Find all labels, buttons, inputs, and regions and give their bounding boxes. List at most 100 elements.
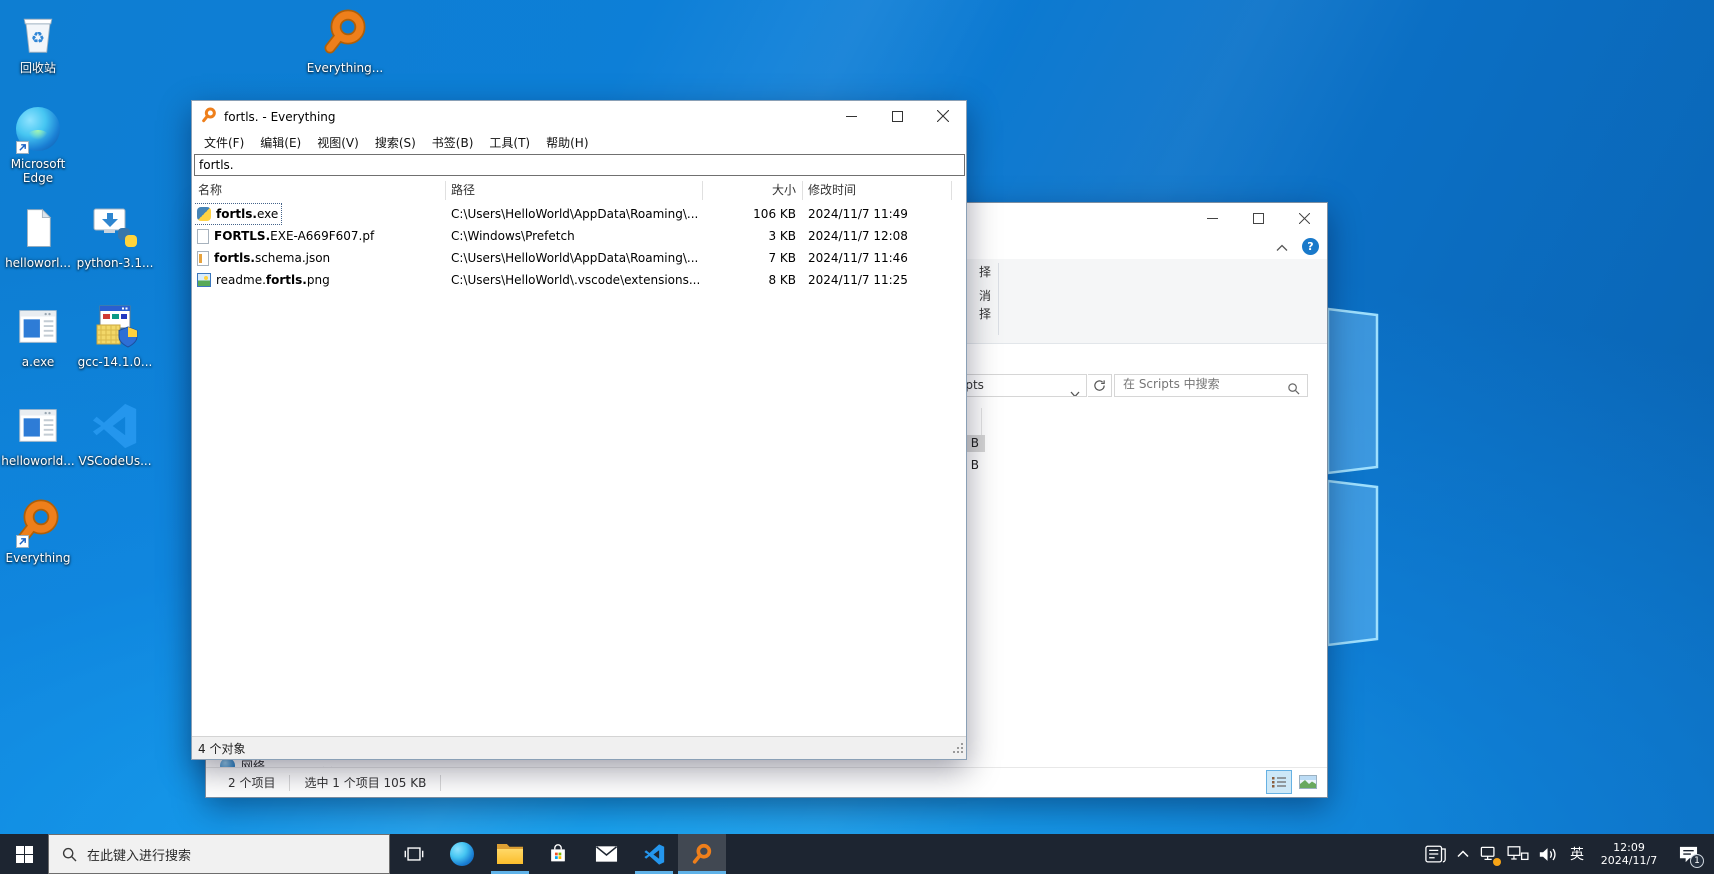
menu-help[interactable]: 帮助(H) [538,132,596,154]
menu-file[interactable]: 文件(F) [196,132,252,154]
items-count: 2 个项目 [228,774,275,791]
refresh-button[interactable] [1088,374,1112,397]
desktop-icon-gcc-installer[interactable]: gcc-14.1.0... [71,302,159,369]
everything-menubar: 文件(F) 编辑(E) 视图(V) 搜索(S) 书签(B) 工具(T) 帮助(H… [192,132,966,154]
svg-text:♻: ♻ [31,29,45,47]
search-icon [1287,380,1300,399]
menu-search[interactable]: 搜索(S) [367,132,424,154]
everything-maximize-button[interactable] [874,101,920,131]
table-row[interactable]: fortls.exe C:\Users\HelloWorld\AppData\R… [192,203,966,225]
installer-shield-icon [91,302,139,352]
menu-tools[interactable]: 工具(T) [481,132,538,154]
notification-center-button[interactable]: 1 [1667,834,1709,874]
python-installer-icon [91,203,139,253]
help-icon[interactable]: ? [1302,238,1319,255]
column-separator[interactable] [951,181,952,200]
menu-view[interactable]: 视图(V) [309,132,367,154]
hidden-icons-chevron[interactable] [1451,834,1475,874]
file-name: fortls.schema.json [214,247,330,269]
menu-edit[interactable]: 编辑(E) [252,132,309,154]
file-size: 106 KB [704,203,796,225]
taskbar-search-box[interactable]: 在此键入进行搜索 [48,834,390,874]
desktop-icon-label: a.exe [0,355,82,369]
search-icon [62,847,77,862]
desktop-icon-recycle-bin[interactable]: ♻ 回收站 [0,8,82,75]
task-view-button[interactable] [390,834,438,874]
ime-language-indicator[interactable]: 英 [1563,834,1591,874]
network-icon[interactable] [1503,834,1533,874]
taskbar-store-button[interactable] [534,834,582,874]
explorer-search-input[interactable] [1123,377,1273,391]
task-view-icon [403,843,425,865]
column-separator[interactable] [445,181,446,200]
taskbar-mail-button[interactable] [582,834,630,874]
column-header-name[interactable]: 名称 [198,178,222,203]
table-row[interactable]: readme.fortls.png C:\Users\HelloWorld\.v… [192,269,966,291]
news-widget-icon[interactable] [1421,834,1451,874]
table-row[interactable]: FORTLS.EXE-A669F607.pf C:\Windows\Prefet… [192,225,966,247]
desktop-icon-everything[interactable]: Everything [0,498,82,565]
everything-window: fortls. - Everything 文件(F) 编辑(E) 视图(V) 搜… [191,100,967,760]
file-modified: 2024/11/7 11:25 [808,269,958,291]
result-list: fortls.exe C:\Users\HelloWorld\AppData\R… [192,203,966,291]
file-size: 3 KB [704,225,796,247]
desktop-icon-label: VSCodeUs... [71,454,159,468]
file-name: FORTLS.EXE-A669F607.pf [214,225,374,247]
column-header-modified[interactable]: 修改时间 [808,178,856,203]
desktop-icon-a-exe[interactable]: a.exe [0,302,82,369]
desktop-icon-helloworld[interactable]: helloworld... [0,401,82,468]
explorer-maximize-button[interactable] [1235,203,1281,233]
taskbar-everything-button[interactable] [678,834,726,874]
vscode-icon [644,844,665,865]
taskbar-vscode-button[interactable] [630,834,678,874]
file-path: C:\Windows\Prefetch [451,225,699,247]
thumbnail-view-button[interactable] [1295,770,1321,794]
ribbon-group-separator [998,263,999,335]
explorer-search-box[interactable] [1114,374,1308,397]
desktop-wallpaper: ♻ 回收站 Everything... Microsoft Edge hello… [0,0,1714,874]
clock-time: 12:09 [1601,841,1657,854]
column-header-path[interactable]: 路径 [451,178,475,203]
taskbar-clock[interactable]: 12:09 2024/11/7 [1591,834,1667,874]
start-button[interactable] [0,834,48,874]
desktop-icon-vscode[interactable]: VSCodeUs... [71,401,159,468]
chevron-down-icon[interactable] [322,759,333,767]
clock-date: 2024/11/7 [1601,854,1657,867]
everything-close-button[interactable] [920,101,966,131]
chevron-down-icon[interactable] [1070,383,1080,397]
desktop-icon-python-installer[interactable]: python-3.1... [71,203,159,270]
file-path: C:\Users\HelloWorld\.vscode\extensions..… [451,269,699,291]
explorer-minimize-button[interactable] [1189,203,1235,233]
desktop-icon-label: Everything [0,551,82,565]
details-view-button[interactable] [1266,770,1292,794]
sync-alert-dot [1493,858,1501,866]
everything-icon [691,843,713,865]
desktop-icon-helloworl[interactable]: helloworl... [0,203,82,270]
taskbar-file-explorer-button[interactable] [486,834,534,874]
resize-grip[interactable] [952,742,964,757]
file-explorer-icon [497,844,523,864]
column-separator[interactable] [702,181,703,200]
store-icon [547,843,569,865]
edge-icon [450,842,474,866]
file-path: C:\Users\HelloWorld\AppData\Roaming\... [451,203,699,225]
desktop-icon-label: helloworl... [0,256,82,270]
text-file-icon [17,203,59,253]
exe-file-icon [197,207,211,221]
volume-icon[interactable] [1533,834,1563,874]
menu-bookmarks[interactable]: 书签(B) [424,132,482,154]
table-row[interactable]: fortls.schema.json C:\Users\HelloWorld\A… [192,247,966,269]
desktop-icon-everything-installer[interactable]: Everything... [301,8,389,75]
sync-status-icon[interactable] [1475,834,1503,874]
everything-minimize-button[interactable] [828,101,874,131]
column-header-size[interactable]: 大小 [704,178,796,203]
ribbon-collapse-icon[interactable] [1276,237,1288,256]
taskbar-edge-button[interactable] [438,834,486,874]
explorer-close-button[interactable] [1281,203,1327,233]
everything-search-input[interactable] [194,154,965,176]
column-separator[interactable] [802,181,803,200]
file-name: fortls.exe [216,203,278,225]
everything-installer-icon [321,7,369,59]
taskbar-search-placeholder: 在此键入进行搜索 [87,845,191,864]
desktop-icon-edge[interactable]: Microsoft Edge [0,104,82,185]
